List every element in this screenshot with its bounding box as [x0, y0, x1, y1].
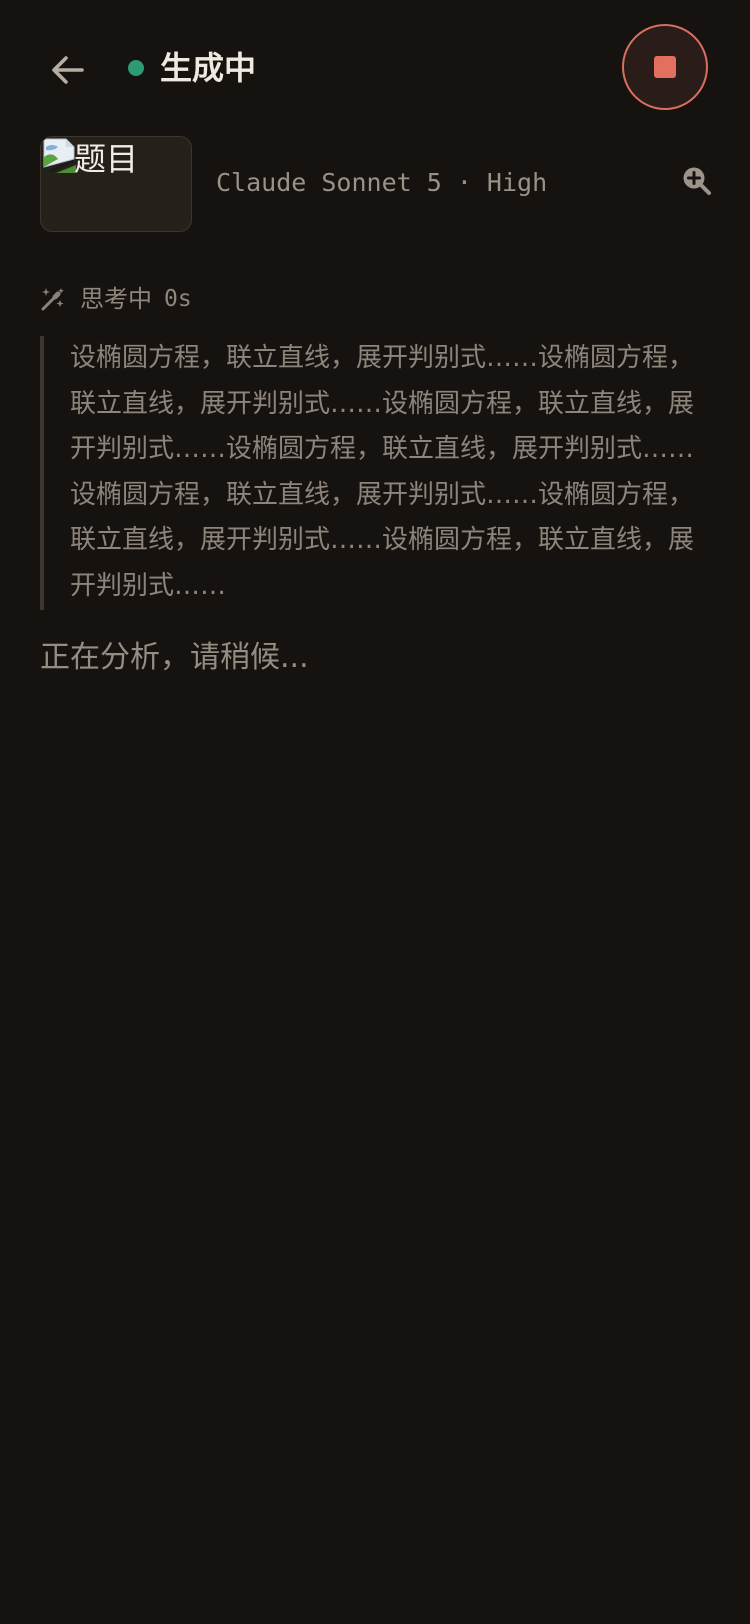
- thinking-header[interactable]: 思考中 0s: [40, 282, 192, 316]
- stop-icon: [654, 56, 676, 78]
- top-bar: 生成中: [0, 0, 750, 140]
- status-indicator-dot: [128, 60, 144, 76]
- thinking-content-block: 设椭圆方程，联立直线，展开判别式……设椭圆方程，联立直线，展开判别式……设椭圆方…: [40, 336, 712, 610]
- broken-image-icon: [43, 138, 76, 173]
- zoom-in-icon: [683, 167, 711, 195]
- question-image-thumbnail[interactable]: 题目: [40, 136, 192, 232]
- magic-wand-icon: [41, 288, 64, 311]
- image-alt-text: 题目: [74, 140, 139, 178]
- stop-button[interactable]: [622, 24, 708, 110]
- arrow-left-icon: [52, 56, 84, 84]
- zoom-button[interactable]: [682, 166, 716, 200]
- page-title: 生成中: [160, 49, 257, 87]
- thinking-content-text: 设椭圆方程，联立直线，展开判别式……设椭圆方程，联立直线，展开判别式……设椭圆方…: [70, 343, 695, 601]
- analyzing-status-text: 正在分析，请稍候...: [40, 640, 309, 675]
- back-button[interactable]: [42, 44, 94, 96]
- thinking-elapsed-time: 0s: [164, 286, 192, 312]
- model-label: Claude Sonnet 5 · High: [216, 168, 548, 197]
- thinking-label: 思考中: [80, 285, 152, 313]
